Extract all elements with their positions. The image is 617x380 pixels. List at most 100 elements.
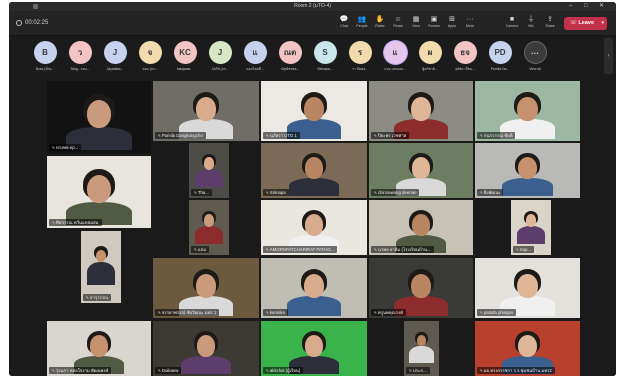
raise-hand-button[interactable]: ✋ Raise	[371, 15, 389, 33]
participant-face	[410, 96, 432, 121]
window-title: Room 2 (มTO-4)	[294, 3, 331, 9]
grid-icon: ▦	[412, 16, 420, 23]
avatar: แ	[383, 41, 407, 64]
more-button[interactable]: ··· More	[461, 15, 479, 33]
avatar: ณต	[278, 41, 302, 64]
participant-avatar[interactable]: รรา บั้มตอ...	[348, 41, 372, 72]
avatar: PD	[488, 41, 512, 64]
participant-video-tile[interactable]: Sirinapa	[261, 143, 367, 198]
participant-face	[416, 335, 427, 347]
participant-video-tile[interactable]: รุ่งนภา หล่อใจงาม พัฒนพงษ์	[47, 321, 151, 376]
meeting-timer: 00:02:25	[16, 20, 48, 26]
participant-body	[180, 356, 232, 374]
participant-name: View all	[529, 67, 541, 71]
participant-video-tile[interactable]: ครูนพคุณรงค์	[369, 258, 473, 318]
participant-face	[86, 174, 112, 204]
participant-video-tile[interactable]: จารุวรรณ	[81, 231, 121, 303]
participant-avatar[interactable]: ธจ ธุติพร เจียม...	[453, 41, 477, 72]
participant-body	[86, 261, 116, 285]
rooms-icon: ▣	[430, 16, 438, 23]
participant-name: จอม (จร...	[142, 67, 158, 71]
participant-avatar[interactable]: J Jaywalka...	[103, 41, 127, 71]
participant-name: ผู้อภิชาติ...	[422, 67, 438, 71]
participant-video-tile[interactable]: chinnawong deenan	[369, 143, 473, 198]
apps-button[interactable]: ⊞ Apps	[443, 15, 461, 33]
participant-name-label: chinnawong deenan	[371, 189, 420, 196]
participant-body	[194, 226, 224, 244]
participant-video-tile[interactable]: ทรงพล ep...	[47, 81, 151, 153]
minimize-icon[interactable]: –	[569, 2, 572, 11]
participant-avatar[interactable]: S Sirinapa...	[313, 41, 337, 71]
view-all-button[interactable]: ··· View all	[523, 41, 547, 71]
more-icon: ···	[466, 16, 474, 23]
apps-icon: ⊞	[449, 16, 455, 23]
share-button[interactable]: ⇪ Share	[541, 15, 559, 33]
participant-video-tile[interactable]: akkchai (ผู้เรียน)	[261, 321, 367, 376]
participant-avatar[interactable]: J JAPA (จร...	[208, 41, 232, 72]
view-button[interactable]: ▦ View	[407, 15, 425, 33]
participant-video-tile[interactable]: patsda phimjan	[475, 258, 580, 318]
participant-name: Sirinapa...	[317, 67, 333, 71]
participant-face	[518, 157, 537, 180]
participant-avatar[interactable]: ว Tang...รอบ...	[68, 41, 92, 72]
camera-button[interactable]: ■ Camera	[503, 15, 521, 33]
participant-video-tile[interactable]: ผอ.ทรงกรรชรา ร.ร.ชุมชนบ้าน มทร2	[475, 321, 580, 376]
avatar: J	[208, 41, 232, 64]
participant-avatar[interactable]: ณต ณัฐพัชรพล...	[278, 41, 302, 72]
people-button[interactable]: 👥 People	[353, 15, 371, 33]
meeting-toolbar: 00:02:25 💬 Chat 👥 People ✋ Raise ☺ React…	[9, 11, 616, 36]
participant-video-tile[interactable]: ประภ...	[404, 321, 439, 376]
maximize-icon[interactable]: □	[584, 2, 588, 11]
participant-video-tile[interactable]: Tha...	[189, 143, 229, 198]
participant-face	[411, 214, 431, 237]
participant-avatar[interactable]: แแจม แสงมณ...	[383, 41, 407, 72]
participant-name-label: Sup...	[513, 246, 535, 253]
participant-avatar[interactable]: PD Pumila Da...	[488, 41, 512, 71]
rooms-button[interactable]: ▣ Rooms	[425, 15, 443, 33]
participant-video-tile[interactable]: Pumila Dangkongcho	[153, 81, 259, 141]
chevron-down-icon[interactable]: ▾	[601, 17, 604, 30]
participant-video-tile[interactable]: kannika	[261, 258, 367, 318]
participant-name-label: กนกวรรณ ชัยดี	[477, 132, 516, 139]
participant-video-tile[interactable]: แจ่ม	[189, 200, 229, 255]
participant-face	[518, 335, 537, 358]
participant-name: kanyawa...	[176, 67, 194, 71]
chevron-right-icon[interactable]: ›	[604, 38, 613, 74]
participant-avatar[interactable]: แแอมไพลดี...	[243, 41, 267, 72]
participant-video-tile[interactable]: ทิพวรรณ หวั่นแหลมสม	[47, 156, 151, 228]
participant-name-label: แจ่ม	[191, 246, 210, 253]
leave-button[interactable]: ☏ Leave ▾	[564, 17, 607, 30]
participant-name: รา บั้มตอ...	[351, 67, 369, 71]
participant-video-tile[interactable]: AMORNPATCHARIRAT PATHO...	[261, 200, 367, 255]
participant-video-tile[interactable]: กนกวรรณ ชัยดี	[475, 81, 580, 141]
participant-video-tile[interactable]: นภัสรา UTO 1	[261, 81, 367, 141]
chat-button[interactable]: 💬 Chat	[335, 15, 353, 33]
participant-avatar[interactable]: จจอม (จร...	[138, 41, 162, 72]
participant-name-label: Doikaew	[155, 367, 182, 374]
participant-video-tile[interactable]: ยิ่งพัฒนะ	[475, 143, 580, 198]
participant-avatar[interactable]: B Boss (Sho...	[33, 41, 57, 71]
participant-name: ธุติพร เจียม...	[455, 67, 475, 71]
participant-name-label: นวพล ยาอิ่ม (โรงเรียนบ้าน...	[371, 246, 434, 253]
avatar: KC	[173, 41, 197, 64]
participant-face	[203, 157, 215, 170]
participant-body	[502, 178, 553, 196]
participant-face	[304, 335, 324, 358]
participant-video-tile[interactable]: จรรยาพรรณ์ ชัยวัฒนะ มทร 1	[153, 258, 259, 318]
participant-body	[288, 178, 340, 196]
participant-name: แอมไพลดี...	[246, 67, 264, 71]
participant-video-tile[interactable]: Doikaew	[153, 321, 259, 376]
participant-avatar[interactable]: ผผู้อภิชาติ...	[418, 41, 442, 72]
mic-button[interactable]: ⏚ Mic	[522, 15, 540, 33]
participant-video-tile[interactable]: Sup...	[511, 200, 551, 255]
participant-name-label: จรรยาพรรณ์ ชัยวัฒนะ มทร 1	[155, 309, 220, 316]
participant-name-label: ยิ่งพัฒนะ	[477, 189, 504, 196]
participant-avatar[interactable]: KC kanyawa...	[173, 41, 197, 71]
participant-video-tile[interactable]: นวพล ยาอิ่ม (โรงเรียนบ้าน...	[369, 200, 473, 255]
participant-name-label: kannika	[263, 309, 288, 316]
close-icon[interactable]: ✕	[599, 2, 604, 11]
participant-name: Jaywalka...	[106, 67, 124, 71]
participant-video-tile[interactable]: ปิยะพร เวชศาส	[369, 81, 473, 141]
react-button[interactable]: ☺ React	[389, 15, 407, 33]
timer-icon	[16, 20, 22, 26]
